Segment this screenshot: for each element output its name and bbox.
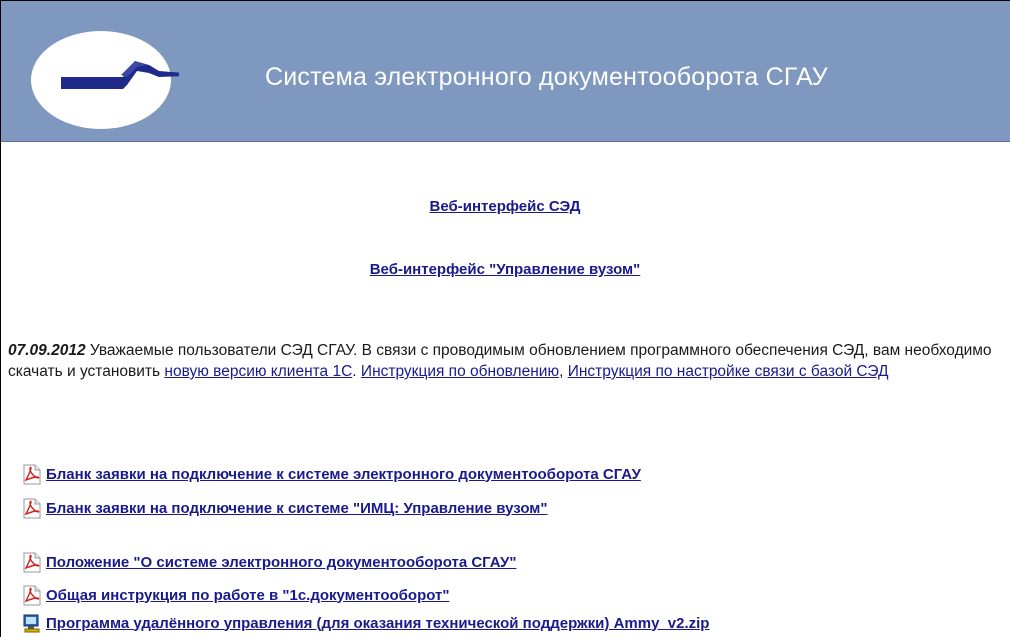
document-item[interactable]: Бланк заявки на подключение к системе "И… (22, 496, 548, 520)
site-title: Система электронного документооборота СГ… (265, 63, 828, 91)
document-item[interactable]: Общая инструкция по работе в "1с.докумен… (22, 583, 449, 607)
connection-instruction-link[interactable]: Инструкция по настройке связи с базой СЭ… (568, 363, 889, 380)
document-link[interactable]: Бланк заявки на подключение к системе эл… (46, 466, 641, 483)
web-sed-link[interactable]: Веб-интерфейс СЭД (0, 198, 1010, 215)
document-link[interactable]: Общая инструкция по работе в "1с.докумен… (46, 587, 449, 604)
notice-separator: , (559, 363, 568, 380)
new-client-version-link[interactable]: новую версию клиента 1С (164, 363, 352, 380)
document-link[interactable]: Положение "О системе электронного докуме… (46, 554, 516, 571)
pdf-icon (23, 585, 41, 605)
program-icon (23, 614, 40, 632)
web-university-management-link[interactable]: Веб-интерфейс "Управление вузом" (0, 261, 1010, 278)
document-item[interactable]: Бланк заявки на подключение к системе эл… (22, 462, 641, 486)
university-logo (31, 31, 179, 129)
pdf-icon (23, 552, 41, 572)
pdf-icon (23, 498, 41, 518)
notice-block: 07.09.2012 Уважаемые пользователи СЭД СГ… (8, 340, 1008, 382)
document-link[interactable]: Программа удалённого управления (для ока… (46, 615, 709, 632)
pdf-icon (23, 464, 41, 484)
notice-date: 07.09.2012 (8, 342, 86, 359)
document-item[interactable]: Программа удалённого управления (для ока… (22, 611, 709, 635)
header-banner: Система электронного документооборота СГ… (1, 1, 1010, 142)
notice-separator: . (352, 363, 361, 380)
document-item[interactable]: Положение "О системе электронного докуме… (22, 550, 516, 574)
update-instruction-link[interactable]: Инструкция по обновлению (361, 363, 559, 380)
document-link[interactable]: Бланк заявки на подключение к системе "И… (46, 500, 548, 517)
